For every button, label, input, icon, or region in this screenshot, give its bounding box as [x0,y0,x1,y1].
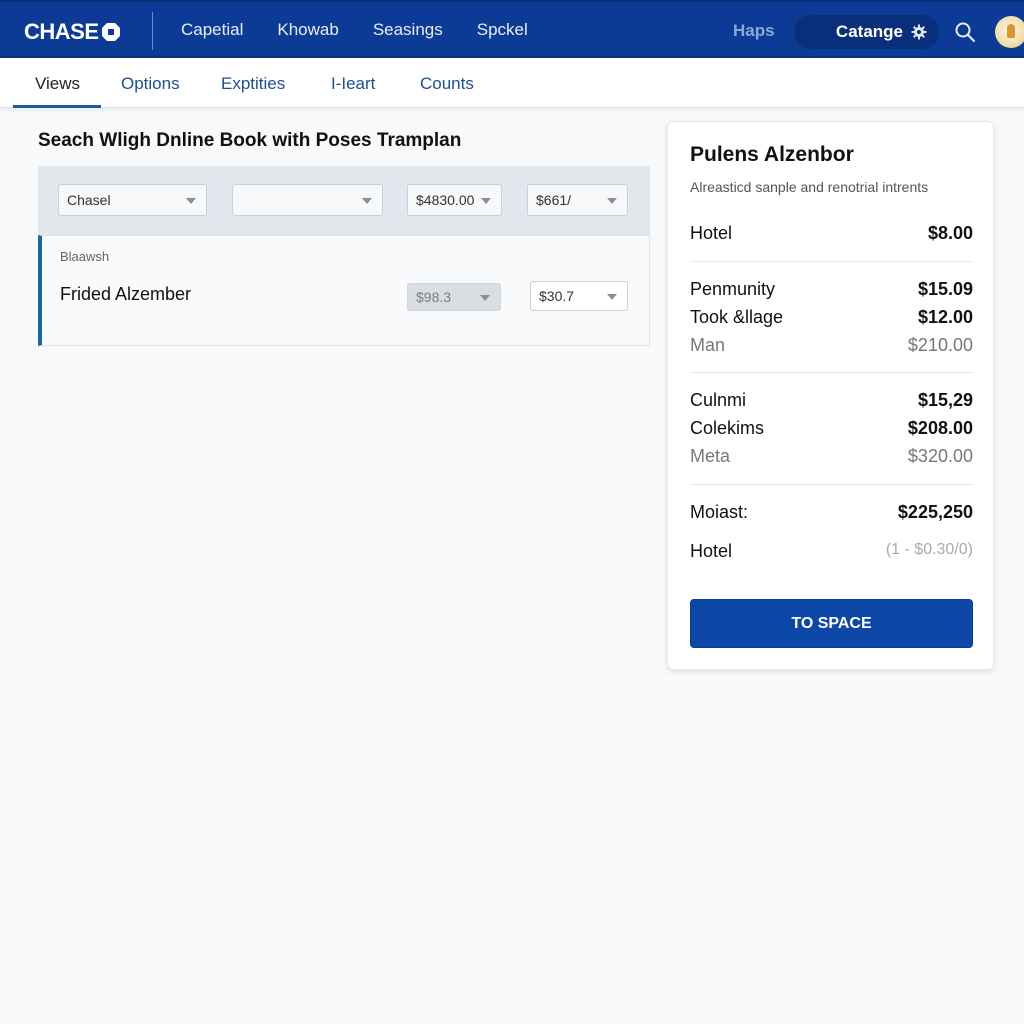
row-value: $208.00 [907,418,973,438]
chase-octagon-icon [101,23,120,41]
result-select-1[interactable]: $98.3 [407,283,501,311]
filter-select-1-value: Chasel [67,192,111,208]
summary-divider [690,372,973,373]
chevron-down-icon [607,198,617,204]
topnav-item-seasings[interactable]: Seasings [373,20,443,40]
filter-select-3[interactable]: $4830.00 [407,184,502,216]
summary-total-row: Moiast: $225,250 [690,502,973,523]
row-label: Penmunity [690,279,776,299]
summary-title: Pulens Alzenbor [690,143,854,166]
row-value: (1 - $0.30/0) [885,541,973,558]
chase-logo[interactable]: CHASE [24,19,121,45]
row-label: Hotel [690,223,733,243]
catange-label: Catange [835,22,903,41]
filter-select-4-value: $661/ [536,192,572,208]
chevron-down-icon [480,295,490,301]
row-value: $15.09 [917,279,973,299]
result-item[interactable]: Blaawsh Frided Alzember $98.3 $30.7 [38,235,650,346]
topnav-item-khowab[interactable]: Khowab [277,20,338,40]
chevron-down-icon [362,198,372,204]
summary-card: Pulens Alzenbor Alreasticd sanple and re… [667,121,994,670]
avatar-figure-icon [1007,24,1015,38]
summary-row: Man $210.00 [690,335,973,356]
row-value: $320.00 [907,446,973,466]
result-select-1-value: $98.3 [416,289,452,305]
row-label: Culnmi [690,390,747,410]
tab-exptities[interactable]: Exptities [221,74,285,94]
filter-select-3-value: $4830.00 [416,192,475,208]
catange-button[interactable]: Catange [794,15,939,49]
filter-select-1[interactable]: Chasel [58,184,207,216]
header-divider [152,12,153,50]
chevron-down-icon [186,198,196,204]
summary-subtitle: Alreasticd sanple and renotrial intrents [690,179,929,195]
secondary-tab-bar: Views Options Exptities I-Ieart Counts [0,58,1024,108]
chevron-down-icon [607,294,617,300]
row-label: Meta [690,446,731,466]
summary-divider [690,484,973,485]
row-label: Moiast: [690,502,749,522]
row-value: $12.00 [917,307,973,327]
summary-row: Penmunity $15.09 [690,279,973,300]
summary-row: Colekims $208.00 [690,418,973,439]
topnav-item-haps[interactable]: Haps [733,21,775,41]
tab-views[interactable]: Views [35,74,80,94]
tab-counts[interactable]: Counts [420,74,474,94]
topnav-item-spckel[interactable]: Spckel [477,20,528,40]
row-value: $225,250 [897,502,973,522]
summary-row: Culnmi $15,29 [690,390,973,411]
filter-select-4[interactable]: $661/ [527,184,628,216]
top-nav-menu: Capetial Khowab Seasings Spckel [181,20,562,40]
topnav-item-capetial[interactable]: Capetial [181,20,243,40]
summary-row: Took &llage $12.00 [690,307,973,328]
filter-select-2[interactable] [232,184,383,216]
row-value: $15,29 [917,390,973,410]
summary-row: Hotel $8.00 [690,223,973,244]
brand-name: CHASE [24,19,99,44]
summary-divider [690,261,973,262]
result-select-2-value: $30.7 [539,288,575,304]
active-tab-indicator [13,105,101,108]
row-label: Hotel [690,541,733,561]
top-navigation-bar: CHASE Capetial Khowab Seasings Spckel Ha… [0,0,1024,58]
row-label: Colekims [690,418,765,438]
filter-bar: Chasel $4830.00 $661/ [38,166,650,236]
row-label: Man [690,335,726,355]
search-icon[interactable] [954,21,976,43]
summary-row: Meta $320.00 [690,446,973,467]
result-select-2[interactable]: $30.7 [530,281,628,311]
gear-icon [911,24,927,40]
avatar[interactable] [995,16,1024,48]
result-name: Frided Alzember [60,284,192,304]
chevron-down-icon [481,198,491,204]
to-space-button[interactable]: TO SPACE [690,599,973,648]
row-value: $8.00 [927,223,973,243]
summary-row: Hotel (1 - $0.30/0) [690,541,973,562]
tab-options[interactable]: Options [121,74,180,94]
row-label: Took &llage [690,307,784,327]
result-label: Blaawsh [60,249,110,264]
page-title: Seach Wligh Dnline Book with Poses Tramp… [38,130,462,151]
tab-heart[interactable]: I-Ieart [331,74,375,94]
row-value: $210.00 [907,335,973,355]
